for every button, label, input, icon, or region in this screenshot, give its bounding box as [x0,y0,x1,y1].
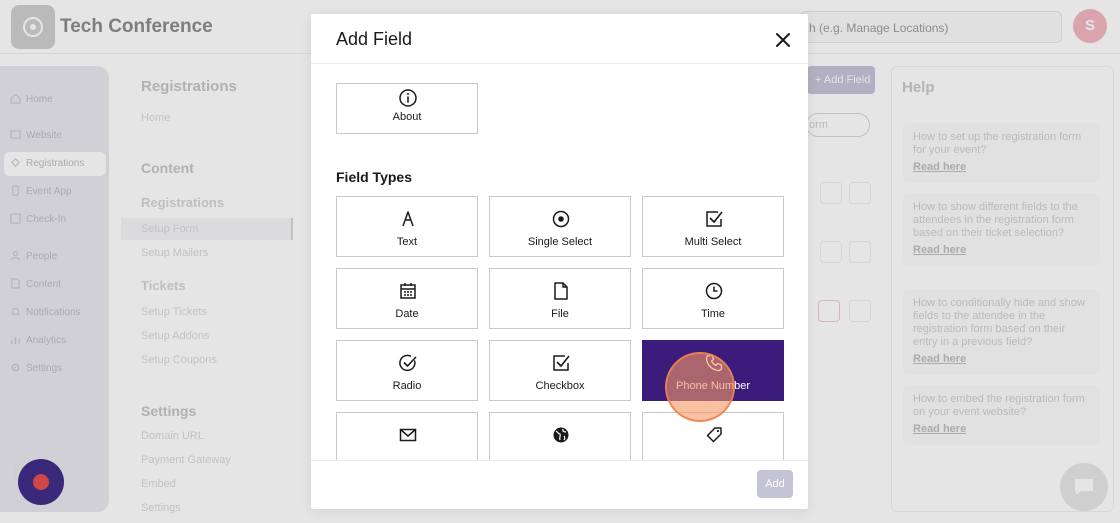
checkbox-icon [553,355,570,371]
mail-icon [399,428,417,442]
modal-title: Add Field [336,29,413,49]
field-option-phone-number[interactable]: Phone Number [642,340,784,401]
field-option-label: Time [700,308,726,320]
add-field-modal: Add Field About Field Types Text Single … [311,14,808,509]
phone-icon [705,354,723,372]
file-icon [554,282,568,300]
field-option-label: Phone Number [676,380,750,392]
multi-select-icon [706,211,723,227]
text-icon [402,211,414,227]
clock-icon [705,282,723,300]
field-option-label: Single Select [527,236,593,248]
globe-icon [553,427,569,443]
field-option-radio[interactable]: Radio [336,340,478,401]
calendar-icon [400,283,416,299]
field-option-label: Multi Select [684,236,742,248]
field-option-date[interactable]: Date [336,268,478,329]
close-icon[interactable] [773,30,793,50]
modal-header: Add Field [311,14,808,64]
add-button[interactable]: Add [757,470,793,498]
radio-icon [399,354,417,372]
field-option-label: Checkbox [535,380,585,392]
field-option-label: About [392,111,422,123]
info-icon [399,89,417,107]
field-option-email[interactable] [336,412,478,460]
field-option-single-select[interactable]: Single Select [489,196,631,257]
tag-icon [706,427,722,443]
field-option-tag[interactable] [642,412,784,460]
field-option-label: Date [395,308,419,320]
field-option-multi-select[interactable]: Multi Select [642,196,784,257]
field-option-label: File [551,308,569,320]
field-option-file[interactable]: File [489,268,631,329]
field-option-about[interactable]: About [336,83,478,134]
single-select-icon [552,210,570,228]
field-types-title: Field Types [336,169,412,185]
field-option-label: Radio [392,380,422,392]
field-option-text[interactable]: Text [336,196,478,257]
modal-body[interactable]: About Field Types Text Single Select Mul… [311,65,808,461]
field-option-time[interactable]: Time [642,268,784,329]
field-option-label: Text [396,236,418,248]
field-option-website[interactable] [489,412,631,460]
field-option-checkbox[interactable]: Checkbox [489,340,631,401]
